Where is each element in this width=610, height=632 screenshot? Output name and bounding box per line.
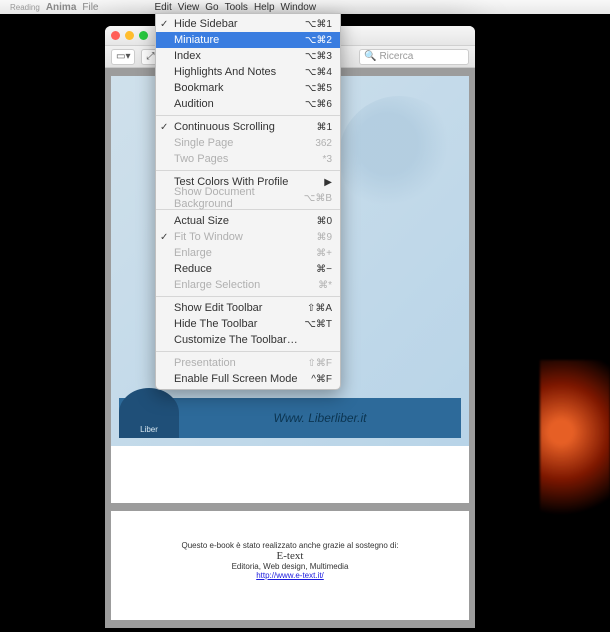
menu-shortcut: ⌘1 <box>316 122 332 133</box>
menu-item-label: Hide The Toolbar <box>174 318 257 330</box>
menu-item-label: Miniature <box>174 34 219 46</box>
menu-enlarge-selection: Enlarge Selection ⌘* <box>156 277 340 293</box>
credits-link[interactable]: http://www.e-text.it/ <box>256 571 324 580</box>
menu-shortcut: 362 <box>315 138 332 149</box>
menu-shortcut: ⌘− <box>316 264 332 275</box>
menu-shortcut: ⌘* <box>318 280 332 291</box>
cover-url: Www. Liberliber.it <box>179 411 461 425</box>
menu-shortcut: ⌥⌘4 <box>305 67 332 78</box>
submenu-arrow-icon: ▶ <box>324 177 332 188</box>
wallpaper-wisp <box>540 360 610 540</box>
traffic-lights <box>111 31 148 40</box>
menu-shortcut: ⌥⌘1 <box>305 19 332 30</box>
menu-reduce[interactable]: Reduce ⌘− <box>156 261 340 277</box>
menu-item-label: Show Edit Toolbar <box>174 302 262 314</box>
menubar-app[interactable]: Anima <box>46 2 77 13</box>
menu-index[interactable]: Index ⌥⌘3 <box>156 48 340 64</box>
sidebar-toggle-button[interactable]: ▭▾ <box>111 49 135 65</box>
menu-item-label: Fit To Window <box>174 231 243 243</box>
menubar-edit[interactable]: Edit <box>155 2 172 13</box>
menu-item-label: Enable Full Screen Mode <box>174 373 298 385</box>
menu-shortcut: ⌥⌘6 <box>305 99 332 110</box>
credits-maker: E-text <box>111 550 469 562</box>
menu-item-label: Index <box>174 50 201 62</box>
menu-shortcut: ⌥⌘B <box>304 193 332 204</box>
menu-item-label: Reduce <box>174 263 212 275</box>
menu-highlights[interactable]: Highlights And Notes ⌥⌘4 <box>156 64 340 80</box>
menu-enlarge: Enlarge ⌘+ <box>156 245 340 261</box>
search-placeholder: Ricerca <box>379 51 413 62</box>
menu-shortcut: ⌥⌘2 <box>305 35 332 46</box>
menubar-go[interactable]: Go <box>205 2 218 13</box>
menu-shortcut: ⇧⌘F <box>308 358 333 369</box>
menubar-label: Reading <box>10 3 40 12</box>
menu-actual-size[interactable]: Actual Size ⌘0 <box>156 213 340 229</box>
credits-line2: Editoria, Web design, Multimedia <box>111 562 469 571</box>
page-2: Questo e-book è stato realizzato anche g… <box>111 511 469 620</box>
menubar-file[interactable]: File <box>82 2 98 13</box>
menu-fullscreen[interactable]: Enable Full Screen Mode ^⌘F <box>156 371 340 387</box>
menu-item-label: Show Document Background <box>174 186 304 210</box>
menu-item-label: Audition <box>174 98 214 110</box>
dove-illustration <box>339 96 459 216</box>
menu-item-label: Hide Sidebar <box>174 18 238 30</box>
search-icon: 🔍 <box>364 51 376 62</box>
menu-item-label: Presentation <box>174 357 236 369</box>
menu-fit-window: ✓ Fit To Window ⌘9 <box>156 229 340 245</box>
view-menu: ✓ Hide Sidebar ⌥⌘1 Miniature ⌥⌘2 Index ⌥… <box>155 13 341 390</box>
menu-shortcut: ⌥⌘5 <box>305 83 332 94</box>
minimize-icon[interactable] <box>125 31 134 40</box>
menu-two-pages: Two Pages *3 <box>156 151 340 167</box>
menu-shortcut: ⇧⌘A <box>307 303 332 314</box>
menu-shortcut: ⌘0 <box>316 216 332 227</box>
menu-item-label: Enlarge Selection <box>174 279 260 291</box>
menu-customize-toolbar[interactable]: Customize The Toolbar… <box>156 332 340 348</box>
menu-presentation: Presentation ⇧⌘F <box>156 355 340 371</box>
menu-item-label: Enlarge <box>174 247 212 259</box>
menu-shortcut: ^⌘F <box>311 374 332 385</box>
menu-item-label: Single Page <box>174 137 233 149</box>
menu-hide-sidebar[interactable]: ✓ Hide Sidebar ⌥⌘1 <box>156 16 340 32</box>
menu-miniature[interactable]: Miniature ⌥⌘2 <box>156 32 340 48</box>
menu-shortcut: ⌘+ <box>316 248 332 259</box>
menu-show-edit-toolbar[interactable]: Show Edit Toolbar ⇧⌘A <box>156 300 340 316</box>
menu-item-label: Continuous Scrolling <box>174 121 275 133</box>
menu-hide-toolbar[interactable]: Hide The Toolbar ⌥⌘T <box>156 316 340 332</box>
menu-item-label: Customize The Toolbar… <box>174 334 298 346</box>
check-icon: ✓ <box>160 19 168 30</box>
search-input[interactable]: 🔍 Ricerca <box>359 49 469 65</box>
check-icon: ✓ <box>160 232 168 243</box>
menubar-view[interactable]: View <box>178 2 200 13</box>
menu-audition[interactable]: Audition ⌥⌘6 <box>156 96 340 112</box>
close-icon[interactable] <box>111 31 120 40</box>
menu-single-page: Single Page 362 <box>156 135 340 151</box>
liberliber-logo: Liber <box>119 388 179 438</box>
menubar-tools[interactable]: Tools <box>225 2 248 13</box>
menu-show-bg: Show Document Background ⌥⌘B <box>156 190 340 206</box>
menu-item-label: Two Pages <box>174 153 228 165</box>
zoom-icon[interactable] <box>139 31 148 40</box>
menubar-window[interactable]: Window <box>281 2 317 13</box>
menu-bookmark[interactable]: Bookmark ⌥⌘5 <box>156 80 340 96</box>
cover-footer: Liber Www. Liberliber.it <box>119 398 461 438</box>
system-menubar: Reading Anima File Edit View Go Tools He… <box>0 0 610 14</box>
credits-line1: Questo e-book è stato realizzato anche g… <box>111 541 469 550</box>
menu-item-label: Highlights And Notes <box>174 66 276 78</box>
check-icon: ✓ <box>160 122 168 133</box>
menu-continuous[interactable]: ✓ Continuous Scrolling ⌘1 <box>156 119 340 135</box>
menu-shortcut: ⌥⌘T <box>304 319 332 330</box>
menubar-help[interactable]: Help <box>254 2 275 13</box>
menu-shortcut: ⌥⌘3 <box>305 51 332 62</box>
menu-item-label: Bookmark <box>174 82 224 94</box>
menu-shortcut: *3 <box>323 154 332 165</box>
menu-item-label: Actual Size <box>174 215 229 227</box>
menu-shortcut: ⌘9 <box>316 232 332 243</box>
